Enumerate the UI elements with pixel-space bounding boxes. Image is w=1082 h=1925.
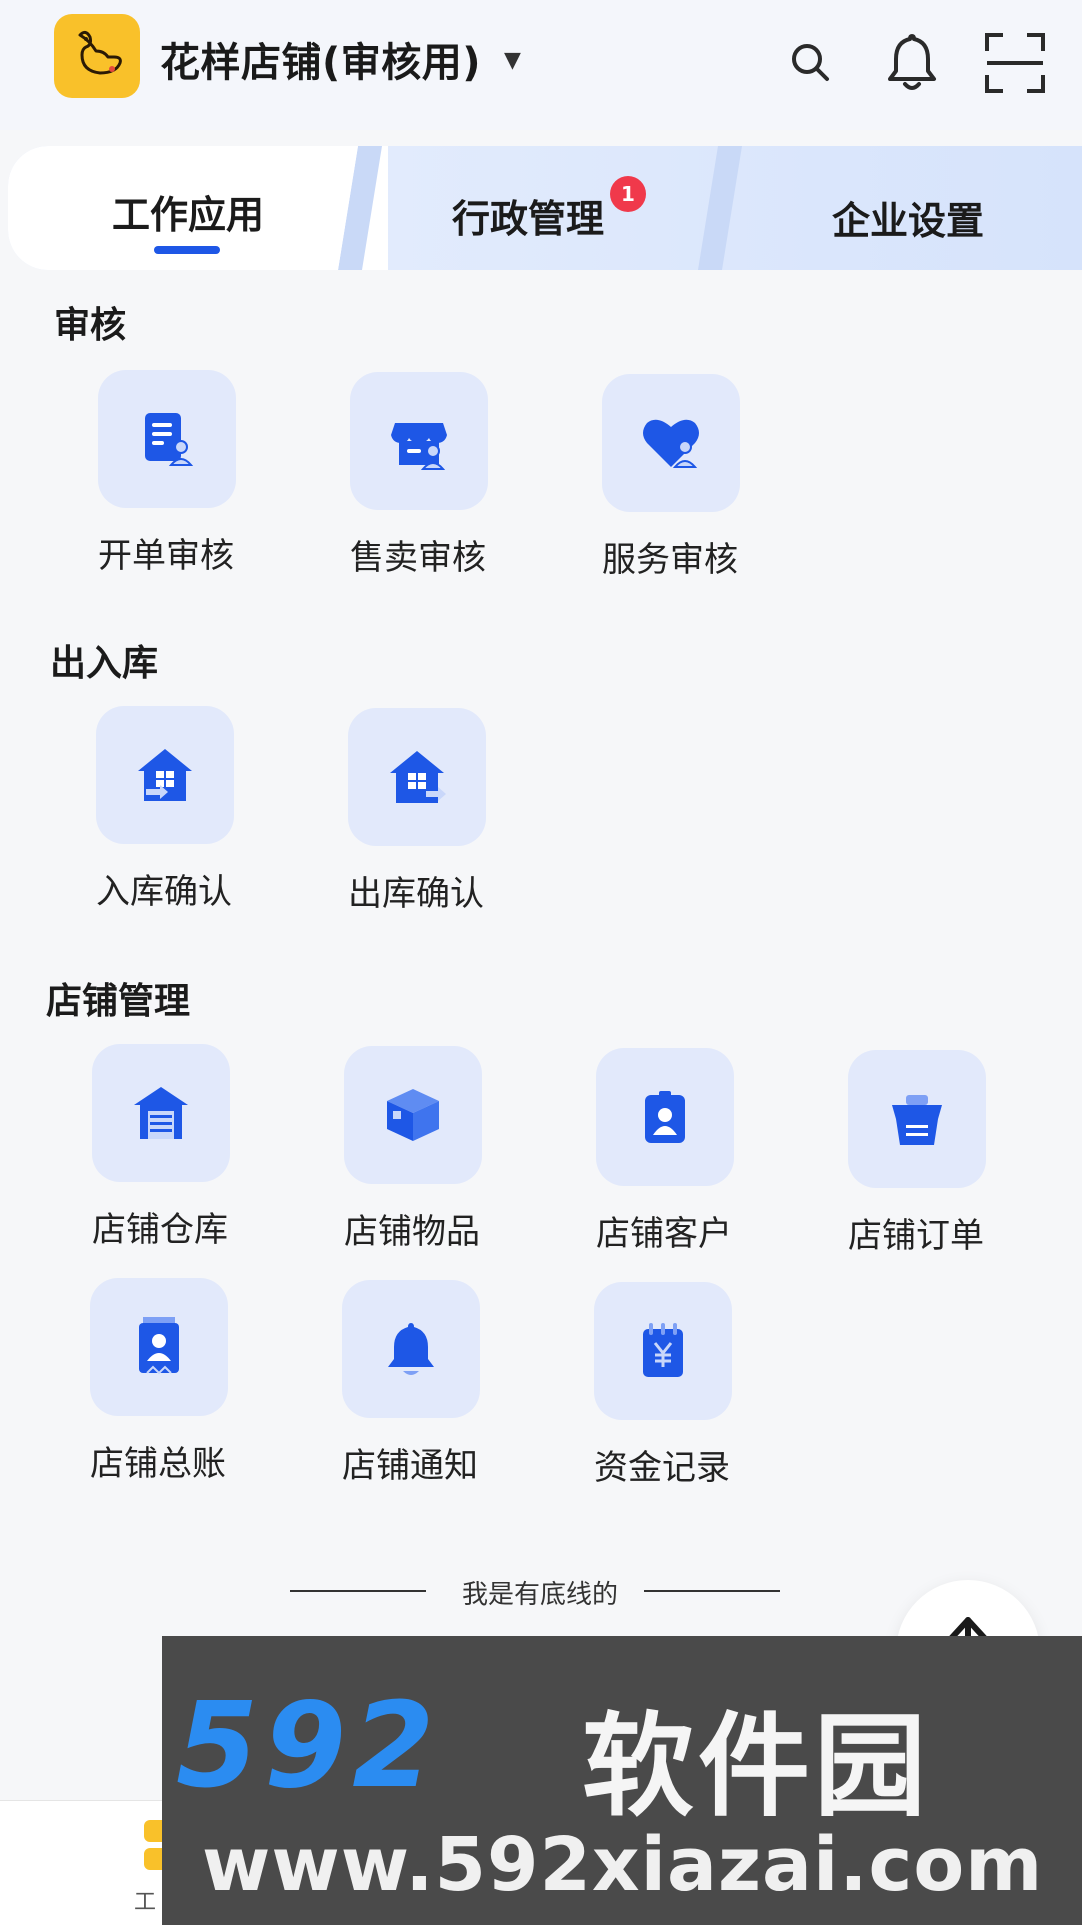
store-logo[interactable]	[54, 14, 140, 98]
app-store-warehouse[interactable]: 店铺仓库	[70, 1044, 230, 1250]
app-outbound-confirm[interactable]: 出库确认	[326, 708, 486, 914]
app-store-review[interactable]: 售卖审核	[328, 372, 488, 578]
store-dropdown-icon[interactable]: ▼	[504, 48, 521, 73]
service-review-icon	[602, 374, 740, 512]
store-review-icon	[350, 372, 488, 510]
app-store-orders[interactable]: 店铺订单	[826, 1050, 986, 1256]
warehouse-icon	[92, 1044, 230, 1182]
app-label: 入库确认	[96, 872, 232, 912]
inbound-icon	[96, 706, 234, 844]
app-store-customers[interactable]: 店铺客户	[574, 1048, 734, 1254]
tab-bar: 工作应用 行政管理 企业设置	[8, 146, 1082, 270]
fund-record-icon	[594, 1282, 732, 1420]
app-label: 店铺总账	[90, 1444, 226, 1484]
app-store-notifications[interactable]: 店铺通知	[320, 1280, 480, 1486]
watermark-url: www.592xiazai.com	[202, 1822, 1044, 1908]
app-store-items[interactable]: 店铺物品	[322, 1046, 482, 1252]
app-label: 店铺客户	[596, 1214, 732, 1254]
divider-left	[290, 1590, 426, 1592]
app-label: 出库确认	[348, 874, 484, 914]
app-label: 售卖审核	[350, 538, 486, 578]
scan-icon[interactable]	[980, 28, 1050, 98]
tab-separator	[338, 146, 382, 270]
order-basket-icon	[848, 1050, 986, 1188]
app-fund-records[interactable]: 资金记录	[572, 1282, 732, 1488]
app-label: 店铺物品	[344, 1212, 480, 1252]
watermark-banner: 592 软件园 www.592xiazai.com	[162, 1636, 1082, 1925]
search-icon[interactable]	[778, 30, 842, 94]
ledger-icon	[90, 1278, 228, 1416]
app-inbound-confirm[interactable]: 入库确认	[74, 706, 234, 912]
duck-logo-icon	[78, 30, 122, 75]
outbound-icon	[348, 708, 486, 846]
app-order-review[interactable]: 开单审核	[76, 370, 236, 576]
section-title-store: 店铺管理	[46, 981, 191, 1022]
divider-right	[644, 1590, 780, 1592]
page: 花样店铺(审核用) ▼ 工作应用 行政管理 企业设置 1 审核 开单审核 售卖审…	[0, 0, 1082, 1925]
watermark-number: 592	[176, 1676, 441, 1814]
app-label: 服务审核	[602, 540, 738, 580]
box-icon	[344, 1046, 482, 1184]
app-service-review[interactable]: 服务审核	[580, 374, 740, 580]
app-label: 店铺订单	[848, 1216, 984, 1256]
tab-active-indicator	[154, 246, 220, 254]
tab-work-apps[interactable]: 工作应用	[112, 184, 264, 239]
tab-work-label[interactable]: 工	[134, 1884, 156, 1916]
notification-bell-icon	[342, 1280, 480, 1418]
store-name[interactable]: 花样店铺(审核用)	[160, 30, 481, 88]
app-store-ledger[interactable]: 店铺总账	[68, 1278, 228, 1484]
top-header: 花样店铺(审核用) ▼	[0, 0, 1082, 130]
app-label: 店铺仓库	[92, 1210, 228, 1250]
end-of-list-text: 我是有底线的	[461, 1580, 618, 1610]
tab-separator	[698, 146, 742, 270]
app-label: 店铺通知	[342, 1446, 478, 1486]
customer-badge-icon	[596, 1048, 734, 1186]
section-title-review: 审核	[54, 305, 127, 346]
app-label: 资金记录	[594, 1448, 730, 1488]
tab-enterprise-settings[interactable]: 企业设置	[832, 190, 984, 245]
section-title-warehouse: 出入库	[50, 643, 159, 684]
notification-badge: 1	[610, 176, 646, 212]
app-label: 开单审核	[98, 536, 234, 576]
tab-admin[interactable]: 行政管理	[452, 188, 604, 243]
bell-icon[interactable]	[880, 30, 944, 94]
order-review-icon	[98, 370, 236, 508]
watermark-brand-text: 软件园	[582, 1702, 930, 1832]
